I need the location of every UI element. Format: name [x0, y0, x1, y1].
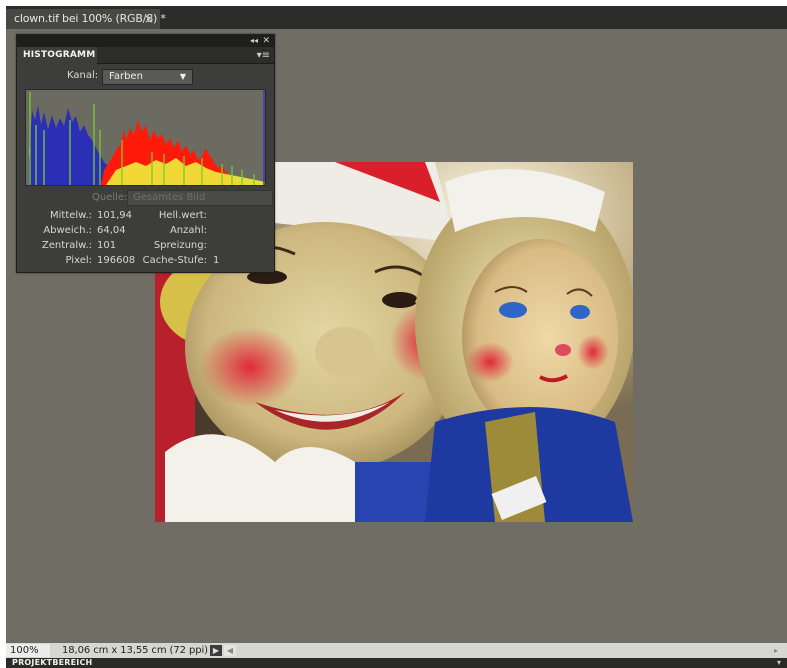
histogram-panel: ◂◂ ✕ HISTOGRAMM ▾≡ Kanal: Farben ▼ Quell…: [16, 34, 275, 273]
project-bin-title[interactable]: PROJEKTBEREICH: [12, 658, 92, 668]
quelle-label: Quelle:: [92, 192, 128, 203]
document-tab-bar: clown.tif bei 100% (RGB/8) * ×: [6, 6, 787, 29]
zoom-field[interactable]: 100%: [6, 644, 50, 657]
kanal-label: Kanal:: [67, 70, 99, 81]
document-size-label: 18,06 cm x 13,55 cm (72 ppi): [62, 645, 208, 656]
document-tab[interactable]: clown.tif bei 100% (RGB/8) * ×: [6, 9, 166, 29]
project-bin-bar: PROJEKTBEREICH ▾: [6, 658, 787, 668]
play-right-icon[interactable]: ▶: [210, 645, 222, 656]
stat-zentralwert-label: Zentralw.:: [41, 240, 92, 251]
stat-spreizung-label: Spreizung:: [153, 240, 207, 251]
double-chevron-left-icon[interactable]: ◂◂: [250, 35, 258, 47]
stat-mittelwert-label: Mittelw.:: [50, 210, 92, 221]
panel-top-bar[interactable]: ◂◂ ✕: [17, 35, 274, 47]
stat-cache-stufe-value: 1: [213, 255, 220, 266]
status-bar: 100% 18,06 cm x 13,55 cm (72 ppi) ▶ ◀ ▸: [6, 643, 787, 658]
scroll-left-icon[interactable]: ◀: [224, 645, 236, 656]
document-tab-title: clown.tif bei 100% (RGB/8) *: [14, 12, 166, 25]
kanal-value: Farben: [109, 71, 143, 82]
stat-anzahl-label: Anzahl:: [169, 225, 207, 236]
stat-helligkeitswert-label: Hell.wert:: [158, 210, 207, 221]
stat-mittelwert-value: 101,94: [97, 210, 132, 221]
histogram-graph: [25, 89, 266, 186]
panel-menu-icon[interactable]: ▾: [777, 658, 781, 668]
kanal-dropdown[interactable]: Farben ▼: [102, 69, 193, 85]
stat-zentralwert-value: 101: [97, 240, 117, 251]
panel-menu-icon[interactable]: ▾≡: [257, 49, 270, 62]
close-icon[interactable]: ✕: [262, 35, 270, 47]
chevron-down-icon: ▼: [179, 72, 186, 81]
tab-histogramm[interactable]: HISTOGRAMM: [17, 47, 97, 64]
close-icon[interactable]: ×: [144, 9, 154, 29]
stat-abweichung-label: Abweich.:: [43, 225, 92, 236]
quelle-dropdown[interactable]: Gesamtes Bild: [127, 190, 273, 206]
panel-tab-bar: HISTOGRAMM ▾≡: [17, 47, 274, 64]
scroll-right-icon[interactable]: ▸: [771, 645, 781, 656]
stat-abweichung-value: 64,04: [97, 225, 126, 236]
stat-cache-stufe-label: Cache-Stufe:: [142, 255, 207, 266]
histogram-svg: [29, 90, 265, 185]
stat-pixel-label: Pixel:: [65, 255, 93, 266]
stat-pixel-value: 196608: [97, 255, 136, 266]
